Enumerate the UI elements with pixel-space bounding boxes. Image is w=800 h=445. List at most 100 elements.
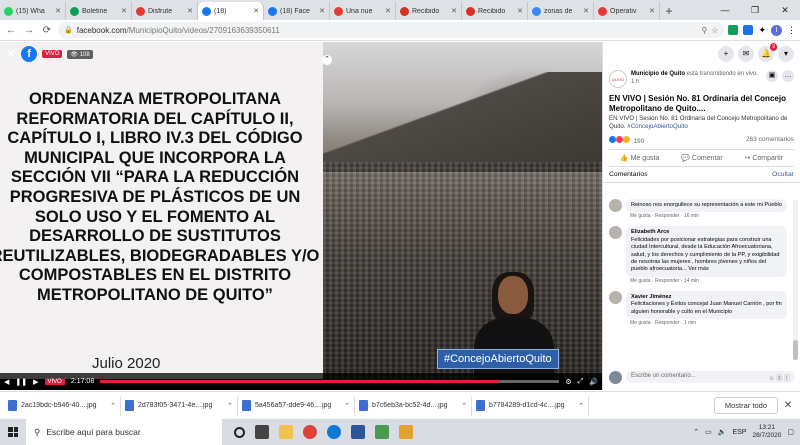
tab-close-icon[interactable]: ✕ [451,7,457,15]
minimize-icon[interactable]: — [710,0,740,20]
word-icon[interactable] [351,425,365,439]
chevron-up-icon[interactable]: ⌃ [578,402,584,410]
chevron-up-icon[interactable]: ⌃ [461,402,467,410]
download-item[interactable]: 2d783f05-3471-4e....jpg ⌃ [121,395,238,416]
like-button[interactable]: 👍 Me gusta [620,154,659,162]
task-view-icon[interactable] [255,425,269,439]
browser-tab[interactable]: (18) ✕ [198,2,264,20]
volume-tray-icon[interactable]: 🔈 [718,428,727,436]
extension-icon[interactable] [743,25,754,35]
star-icon[interactable]: ☆ [711,26,718,35]
rewind-icon[interactable]: ◀ [4,378,9,386]
tab-close-icon[interactable]: ✕ [187,7,193,15]
browser-tab[interactable]: zonas de ✕ [528,2,594,20]
browser-tab[interactable]: Boletine ✕ [66,2,132,20]
download-item[interactable]: b7784289-d1cd-4c....jpg ⌃ [472,395,589,416]
reload-icon[interactable]: ⟳ [40,25,54,36]
browser-tab[interactable]: Una nue ✕ [330,2,396,20]
hide-comments-link[interactable]: Ocultar [772,171,794,178]
download-item[interactable]: 2ac19bdc-b946-40....jpg ⌃ [4,395,121,416]
chevron-up-icon[interactable]: ⌃ [344,402,350,410]
page-name[interactable]: Municipio de Quito [631,71,685,77]
hashtag-link[interactable]: #ConcejoAbiertoQuito [627,123,688,130]
video-player[interactable]: ORDENANZA METROPOLITANA REFORMATORIA DEL … [0,42,602,390]
notifications-icon[interactable]: 🔔 9 [758,43,777,62]
fullscreen-icon[interactable]: ⤢ [578,378,584,386]
comment-actions[interactable]: Me gusta · Responder · 1 min [626,319,787,327]
tab-close-icon[interactable]: ✕ [55,7,61,15]
show-all-button[interactable]: Mostrar todo [713,397,778,414]
taskbar-search[interactable]: ⚲ Escribe aquí para buscar [26,419,222,445]
browser-tab[interactable]: (15) Wha ✕ [0,2,66,20]
menu-icon[interactable]: ⋮ [787,25,796,36]
comment-button[interactable]: 💬 Comentar [681,154,722,162]
post-age[interactable]: 1 h [631,79,639,85]
comment-actions[interactable]: Me gusta · Responder · 16 min [626,212,787,220]
new-tab-button[interactable]: + [660,2,678,20]
tab-close-icon[interactable]: ✕ [253,7,259,15]
chevron-up-icon[interactable]: ⌃ [227,402,233,410]
start-button[interactable] [0,419,26,445]
pause-icon[interactable]: ❚❚ [15,378,27,386]
expand-icon[interactable]: ⌃ [322,55,332,65]
forward-icon[interactable]: → [22,25,36,36]
reaction-summary[interactable]: 190 [609,136,644,145]
browser-tab[interactable]: Disfrute ✕ [132,2,198,20]
live-indicator[interactable]: VIVO [44,378,65,385]
comment-input[interactable]: Escribe un comentario... ☺ ⓖ ⓒ [626,371,795,383]
commenter-name[interactable]: Elizabeth Arce [631,229,782,236]
page-logo[interactable]: QUITO [609,70,627,88]
extension-check-icon[interactable] [728,25,739,35]
download-item[interactable]: b7c6eb3a-bc52-4d....jpg ⌃ [355,395,472,416]
settings-icon[interactable]: ⚙ [565,378,571,386]
tray-up-icon[interactable]: ⌃ [693,428,699,436]
puzzle-icon[interactable]: ✦ [758,25,766,36]
save-icon[interactable]: ▣ [766,70,778,82]
url-field[interactable]: 🔒 facebook.com/MunicipioQuito/videos/270… [58,22,725,38]
browser-tab[interactable]: (18) Face ✕ [264,2,330,20]
tab-close-icon[interactable]: ✕ [583,7,589,15]
account-menu-icon[interactable]: ▾ [778,46,794,62]
tab-close-icon[interactable]: ✕ [385,7,391,15]
cortana-icon[interactable] [234,426,245,438]
more-icon[interactable]: … [782,70,794,82]
messenger-icon[interactable]: ✉ [738,46,754,62]
browser-tab[interactable]: Recibido ✕ [396,2,462,20]
tab-close-icon[interactable]: ✕ [319,7,325,15]
media-icon[interactable] [399,425,413,439]
zoom-icon[interactable]: ⚲ [701,26,707,35]
comment-actions[interactable]: Me gusta · Responder · 14 min [626,277,787,285]
close-window-icon[interactable]: ✕ [770,0,800,20]
browser-tab[interactable]: Operativ ✕ [594,2,660,20]
close-icon[interactable]: ✕ [6,47,16,61]
commenter-avatar[interactable] [609,199,622,212]
maximize-icon[interactable]: ❐ [740,0,770,20]
tab-close-icon[interactable]: ✕ [517,7,523,15]
create-icon[interactable]: + [718,46,734,62]
profile-avatar[interactable]: I [771,24,782,36]
tab-close-icon[interactable]: ✕ [649,7,655,15]
notification-center-icon[interactable]: ▢ [787,428,794,436]
close-downloads-icon[interactable]: ✕ [780,400,796,411]
forward-icon[interactable]: ▶ [33,378,38,386]
network-icon[interactable]: ▭ [705,428,712,436]
photos-icon[interactable] [375,425,389,439]
download-item[interactable]: 5a456a57-dde9-46....jpg ⌃ [238,395,355,416]
file-explorer-icon[interactable] [279,425,293,439]
emoji-icons[interactable]: ☺ ⓖ ⓒ [769,373,790,382]
tab-close-icon[interactable]: ✕ [121,7,127,15]
volume-icon[interactable]: 🔊 [589,378,598,386]
comments-scrollbar[interactable] [793,200,798,360]
browser-tab[interactable]: Recibido ✕ [462,2,528,20]
progress-bar[interactable] [100,380,560,383]
commenter-avatar[interactable] [609,290,622,304]
chevron-up-icon[interactable]: ⌃ [110,402,116,410]
comment-count[interactable]: 263 comentarios [746,136,794,145]
edge-icon[interactable] [327,425,341,439]
back-icon[interactable]: ← [4,25,18,36]
language-indicator[interactable]: ESP [732,429,746,436]
chrome-icon[interactable] [303,425,317,439]
clock[interactable]: 13:21 28/7/2020 [752,424,781,440]
commenter-avatar[interactable] [609,226,622,240]
share-button[interactable]: ↪ Compartir [745,154,784,162]
